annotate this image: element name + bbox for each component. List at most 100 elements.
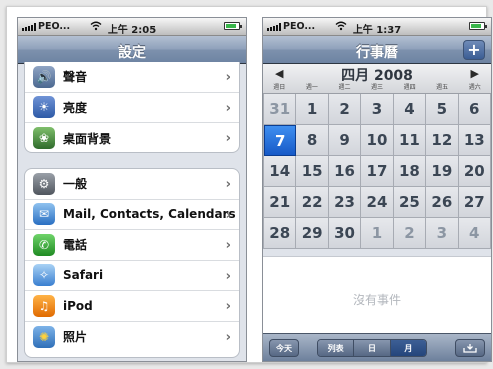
nav-bar: 行事曆 + bbox=[263, 36, 491, 64]
row-label: 桌面背景 bbox=[63, 131, 112, 146]
chevron-right-icon: › bbox=[225, 177, 231, 192]
weekday-label: 週六 bbox=[468, 84, 481, 91]
settings-row-mail[interactable]: ✉ Mail, Contacts, Calendars › bbox=[25, 200, 239, 230]
settings-row-general[interactable]: ⚙ 一般 › bbox=[25, 169, 239, 200]
calendar-day[interactable]: 13 bbox=[458, 125, 491, 156]
events-list: 沒有事件 bbox=[263, 256, 491, 336]
wallpaper-icon: ❀ bbox=[33, 127, 55, 150]
day-view-button[interactable]: 日 bbox=[354, 340, 391, 356]
status-bar: PEO... 上午 2:05 bbox=[18, 18, 246, 36]
calendar-day[interactable]: 29 bbox=[296, 218, 329, 249]
calendar-day[interactable]: 1 bbox=[296, 94, 329, 125]
calendar-day-selected[interactable]: 7 bbox=[264, 125, 297, 156]
settings-row-wallpaper[interactable]: ❀ 桌面背景 › bbox=[25, 123, 239, 152]
settings-row-photos[interactable]: ✺ 照片 › bbox=[25, 322, 239, 353]
row-label: 亮度 bbox=[63, 100, 88, 115]
calendar-day[interactable]: 1 bbox=[361, 218, 394, 249]
settings-row-brightness[interactable]: ☀ 亮度 › bbox=[25, 93, 239, 123]
calendar-day[interactable]: 22 bbox=[296, 187, 329, 218]
weekday-label: 週二 bbox=[338, 84, 351, 91]
calendar-day[interactable]: 11 bbox=[393, 125, 427, 156]
calendar-day[interactable]: 20 bbox=[458, 156, 491, 187]
calendar-day[interactable]: 3 bbox=[426, 218, 459, 249]
calendar-screen: PEO... 上午 1:37 行事曆 + ◀ 四月 2008 ▶ 週日 週一 週二週… bbox=[262, 17, 492, 362]
settings-group-display: 🔊 聲音 › ☀ 亮度 › ❀ 桌面背景 › bbox=[24, 62, 240, 153]
settings-row-sounds[interactable]: 🔊 聲音 › bbox=[25, 62, 239, 93]
calendar-day[interactable]: 30 bbox=[328, 218, 362, 249]
calendar-day[interactable]: 10 bbox=[361, 125, 394, 156]
settings-row-phone[interactable]: ✆ 電話 › bbox=[25, 230, 239, 261]
month-view-button[interactable]: 月 bbox=[390, 340, 426, 356]
chevron-right-icon: › bbox=[225, 100, 231, 116]
status-time: 上午 1:37 bbox=[352, 25, 402, 36]
calendar-day[interactable]: 28 bbox=[264, 218, 297, 249]
row-label: 電話 bbox=[63, 238, 88, 253]
settings-group-apps: ⚙ 一般 › ✉ Mail, Contacts, Calendars › ✆ 電… bbox=[24, 168, 240, 358]
chevron-right-icon: › bbox=[225, 131, 231, 146]
nav-bar: 設定 bbox=[18, 36, 246, 64]
settings-row-ipod[interactable]: ♫ iPod › bbox=[25, 291, 239, 322]
brightness-icon: ☀ bbox=[33, 96, 55, 119]
calendar-day[interactable]: 8 bbox=[296, 125, 329, 156]
photos-sunflower-icon: ✺ bbox=[33, 325, 55, 348]
calendar-day[interactable]: 16 bbox=[328, 156, 362, 187]
weekday-label: 週五 bbox=[436, 84, 449, 91]
calendar-day[interactable]: 15 bbox=[296, 156, 329, 187]
calendar-day[interactable]: 25 bbox=[393, 187, 427, 218]
calendar-day[interactable]: 5 bbox=[426, 94, 459, 125]
chevron-right-icon: › bbox=[225, 238, 231, 253]
list-view-button[interactable]: 列表 bbox=[318, 340, 355, 356]
calendar-toolbar: 今天 列表 日 月 bbox=[263, 333, 491, 361]
calendar-day[interactable]: 17 bbox=[361, 156, 394, 187]
row-label: 照片 bbox=[63, 330, 88, 345]
speaker-icon: 🔊 bbox=[33, 65, 55, 88]
row-label: iPod bbox=[63, 298, 93, 313]
today-button[interactable]: 今天 bbox=[269, 339, 299, 357]
weekday-label: 週四 bbox=[403, 84, 416, 91]
calendar-day[interactable]: 4 bbox=[393, 94, 427, 125]
calendar-day[interactable]: 3 bbox=[361, 94, 394, 125]
calendar-day[interactable]: 6 bbox=[458, 94, 491, 125]
calendar-day[interactable]: 4 bbox=[458, 218, 491, 249]
screenshot-frame: PEO... 上午 2:05 設定 🔊 聲音 › ☀ 亮度 › ❀ 桌面背景 › bbox=[6, 6, 492, 363]
weekday-label: 週一 bbox=[305, 84, 318, 91]
row-label: 一般 bbox=[63, 177, 88, 192]
inbox-icon[interactable] bbox=[455, 339, 485, 357]
next-month-button[interactable]: ▶ bbox=[471, 67, 479, 80]
settings-row-safari[interactable]: ✧ Safari › bbox=[25, 261, 239, 291]
battery-icon bbox=[224, 22, 242, 30]
calendar-day[interactable]: 12 bbox=[426, 125, 459, 156]
chevron-right-icon: › bbox=[225, 207, 231, 223]
calendar-day[interactable]: 24 bbox=[361, 187, 394, 218]
mail-icon: ✉ bbox=[33, 203, 55, 226]
calendar-day[interactable]: 21 bbox=[264, 187, 297, 218]
calendar-day[interactable]: 2 bbox=[393, 218, 427, 249]
chevron-right-icon: › bbox=[225, 70, 231, 85]
battery-icon bbox=[469, 22, 487, 30]
calendar-day[interactable]: 23 bbox=[328, 187, 362, 218]
calendar-day[interactable]: 9 bbox=[328, 125, 362, 156]
calendar-grid: 31 1 2 3 4 5 6 7 8 9 10 11 12 13 14 15 16 17 18 19 20 21 22 23 2… bbox=[263, 94, 491, 249]
calendar-day[interactable]: 18 bbox=[393, 156, 427, 187]
row-label: 聲音 bbox=[63, 70, 88, 85]
calendar-header: ◀ 四月 2008 ▶ 週日 週一 週二 週三 週四 週五 週六 bbox=[263, 64, 491, 94]
chevron-right-icon: › bbox=[225, 299, 231, 314]
weekday-label: 週三 bbox=[371, 84, 384, 91]
gear-icon: ⚙ bbox=[33, 172, 55, 195]
calendar-day[interactable]: 31 bbox=[264, 94, 297, 125]
calendar-day[interactable]: 14 bbox=[264, 156, 297, 187]
weekday-header: 週日 週一 週二 週三 週四 週五 週六 bbox=[263, 82, 491, 91]
add-event-button[interactable]: + bbox=[463, 40, 485, 60]
page-title: 行事曆 bbox=[356, 45, 398, 61]
calendar-day[interactable]: 26 bbox=[426, 187, 459, 218]
view-segmented-control: 列表 日 月 bbox=[317, 339, 427, 357]
row-label: Safari bbox=[63, 268, 104, 283]
chevron-right-icon: › bbox=[225, 329, 231, 345]
page-title: 設定 bbox=[118, 45, 146, 61]
chevron-right-icon: › bbox=[225, 268, 231, 284]
calendar-day[interactable]: 19 bbox=[426, 156, 459, 187]
settings-screen: PEO... 上午 2:05 設定 🔊 聲音 › ☀ 亮度 › ❀ 桌面背景 › bbox=[17, 17, 247, 362]
calendar-day[interactable]: 27 bbox=[458, 187, 491, 218]
calendar-day[interactable]: 2 bbox=[328, 94, 362, 125]
weekday-label: 週日 bbox=[273, 84, 286, 91]
